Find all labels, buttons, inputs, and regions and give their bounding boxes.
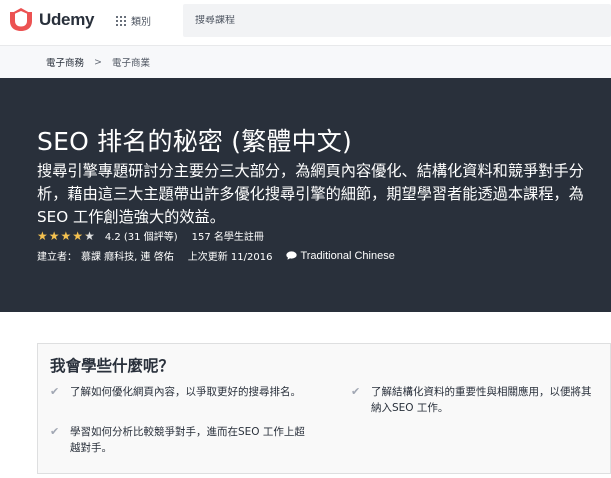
rating-text[interactable]: 4.2 (31 個評等) [105, 228, 178, 243]
grid-icon [116, 15, 126, 26]
check-icon: ✔ [50, 385, 60, 398]
check-icon: ✔ [351, 385, 361, 398]
star-icon: ★ [48, 228, 60, 243]
breadcrumb-separator: > [94, 56, 102, 68]
breadcrumb-item-ecommerce[interactable]: 電子商務 [46, 55, 84, 69]
logo-text: Udemy [39, 10, 95, 29]
star-icon: ★ [72, 228, 84, 243]
top-navbar: Udemy 類別 [0, 0, 611, 41]
course-meta: 建立者： 慕課 癮科技, 連 啓佑 上次更新 11/2016 Tradition… [37, 248, 395, 264]
learn-item-text: 了解結構化資料的重要性與相關應用，以便將其納入SEO 工作。 [371, 386, 592, 414]
learn-item: ✔ 了解如何優化網頁內容，以爭取更好的搜尋排名。 [50, 384, 312, 400]
authors-link[interactable]: 慕課 癮科技, 連 啓佑 [81, 248, 174, 263]
what-you-will-learn: 我會學些什麼呢？ ✔ 了解如何優化網頁內容，以爭取更好的搜尋排名。 ✔ 學習如何… [37, 343, 611, 474]
course-language: Traditional Chinese [300, 249, 395, 262]
last-updated: 上次更新 11/2016 [187, 252, 273, 263]
search-input[interactable] [195, 15, 611, 26]
check-icon: ✔ [50, 425, 60, 438]
categories-menu[interactable]: 類別 [116, 13, 151, 28]
star-icon: ★ [37, 228, 48, 243]
course-subtitle: 搜尋引擎專題研討分主要分三大部分，為網頁內容優化、結構化資料和競爭對手分析，藉由… [37, 162, 584, 226]
learn-item-text: 了解如何優化網頁內容，以爭取更好的搜尋排名。 [70, 386, 301, 398]
udemy-logo[interactable]: Udemy [8, 8, 94, 32]
learn-item: ✔ 了解結構化資料的重要性與相關應用，以便將其納入SEO 工作。 [351, 384, 601, 416]
categories-label: 類別 [131, 17, 151, 28]
udemy-logo-icon [10, 8, 32, 31]
star-icon: ★ [60, 228, 72, 243]
breadcrumb: 電子商務 > 電子商業 [0, 45, 611, 78]
search-bar[interactable] [183, 4, 611, 37]
learn-title: 我會學些什麼呢？ [50, 357, 175, 375]
learn-item: ✔ 學習如何分析比較競爭對手，進而在SEO 工作上超越對手。 [50, 424, 312, 456]
course-title: SEO 排名的秘密 (繁體中文) [37, 127, 352, 156]
breadcrumb-item-ebusiness[interactable]: 電子商業 [112, 55, 150, 69]
speech-bubble-icon [286, 251, 298, 260]
course-stats: ★ ★ ★ ★ ★ 4.2 (31 個評等) 157 名學生註冊 [37, 228, 264, 244]
star-partial-icon: ★ [84, 228, 95, 243]
students-count: 157 名學生註冊 [191, 232, 264, 243]
authors-label: 建立者： [37, 252, 77, 263]
course-hero: SEO 排名的秘密 (繁體中文) 搜尋引擎專題研討分主要分三大部分，為網頁內容優… [0, 78, 611, 312]
star-rating: ★ ★ ★ ★ ★ [37, 230, 96, 242]
learn-item-text: 學習如何分析比較競爭對手，進而在SEO 工作上超越對手。 [70, 426, 305, 454]
